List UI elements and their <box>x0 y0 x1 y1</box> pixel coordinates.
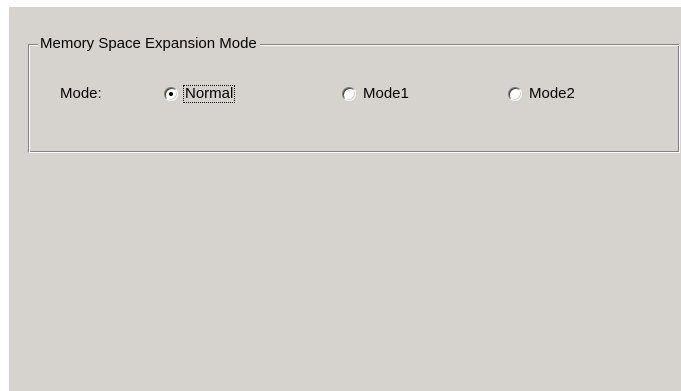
mode-label: Mode: <box>60 85 102 102</box>
radio-unchecked-icon <box>508 87 522 101</box>
memory-space-expansion-mode-group: Memory Space Expansion Mode Mode: Normal… <box>28 35 680 153</box>
radio-label-mode1: Mode1 <box>363 85 409 102</box>
radio-mode1[interactable]: Mode1 <box>342 85 410 103</box>
radio-mode2[interactable]: Mode2 <box>508 85 576 103</box>
radio-unchecked-icon <box>342 87 356 101</box>
radio-label-mode2: Mode2 <box>529 85 575 102</box>
dialog-panel: Memory Space Expansion Mode Mode: Normal… <box>9 7 681 391</box>
radio-dot-icon <box>169 92 173 96</box>
radio-checked-icon <box>164 87 178 101</box>
radio-normal[interactable]: Normal <box>164 85 236 103</box>
radio-label-normal: Normal <box>182 85 236 103</box>
group-title: Memory Space Expansion Mode <box>38 35 260 53</box>
